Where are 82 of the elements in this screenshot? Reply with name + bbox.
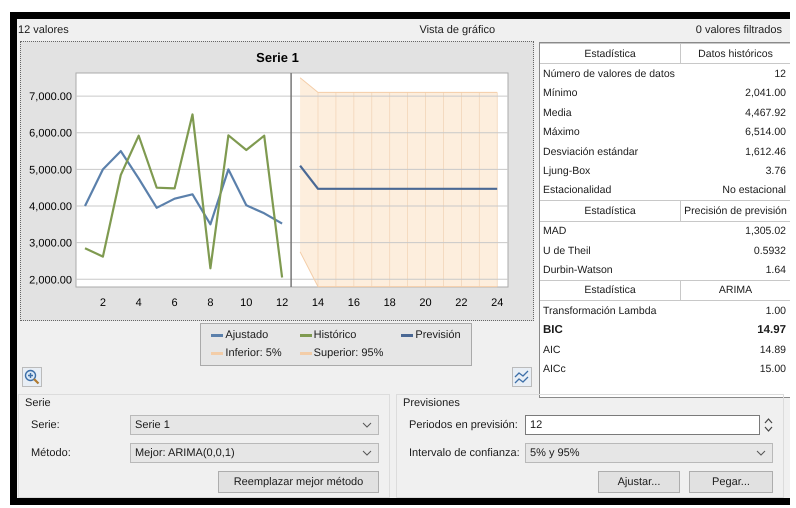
statistic-name: U de Theil [542, 244, 592, 257]
statistic-value: 14.97 [756, 324, 787, 336]
chart-title: Serie 1 [256, 50, 299, 65]
statistic-name: Máximo [542, 126, 581, 138]
x-tick-label: 14 [312, 297, 324, 309]
column-header: ARIMA [680, 280, 790, 300]
field-label: Periodos en previsión: [408, 419, 519, 431]
statistic-name: Media [542, 106, 573, 119]
y-tick-label: 7,000.00 [29, 91, 72, 104]
value-count: 12 valores [18, 24, 69, 36]
group-title: Previsiones [403, 397, 461, 409]
y-tick-label: 3,000.00 [29, 238, 72, 250]
view-title: Vista de gráfico [419, 24, 496, 36]
statistic-name: MAD [542, 225, 568, 238]
y-tick-label: 4,000.00 [29, 201, 72, 214]
statistic-name: Transformación Lambda [542, 304, 658, 317]
legend-label: Ajustado [225, 329, 268, 341]
legend-label: Previsión [415, 329, 461, 341]
x-tick-label: 12 [276, 297, 288, 309]
action-button[interactable]: Reemplazar mejor método [218, 471, 379, 493]
y-tick-label: 2,000.00 [29, 274, 72, 286]
chevron-down-icon [756, 450, 766, 456]
chart-type-button[interactable] [512, 367, 532, 387]
statistic-value: 12 [773, 68, 787, 80]
x-tick-label: 20 [419, 297, 432, 309]
x-tick-label: 6 [172, 297, 178, 309]
legend-label: Inferior: 5% [225, 347, 282, 359]
statistic-value: 0.5932 [752, 244, 787, 257]
action-button[interactable]: Pegar... [689, 471, 773, 493]
statistic-name: AICc [542, 362, 567, 375]
chevron-down-icon [362, 422, 372, 428]
statistic-name: Ljung-Box [542, 165, 592, 178]
dropdown[interactable]: 5% y 95% [525, 443, 773, 463]
x-tick-label: 18 [384, 297, 396, 309]
group-title: Serie [25, 397, 52, 409]
statistic-value: 2,041.00 [744, 87, 787, 100]
statistic-value: 15.00 [758, 362, 787, 375]
column-header: Estadística [583, 283, 637, 298]
line-chart-icon [514, 369, 530, 385]
y-tick-label: 5,000.00 [29, 164, 72, 176]
legend-label: Histórico [314, 329, 356, 341]
column-header: Datos históricos [680, 44, 790, 64]
statistic-value: 1,612.46 [744, 146, 787, 158]
field-label: Serie: [30, 419, 61, 431]
filtered-count: 0 valores filtrados [696, 24, 782, 36]
spinner-arrows-icon[interactable] [764, 417, 773, 433]
statistic-name: Desviación estándar [542, 146, 640, 158]
field-label: Intervalo de confianza: [408, 447, 521, 459]
zoom-in-button[interactable] [22, 367, 42, 387]
statistic-value: 14.89 [758, 344, 787, 356]
x-tick-label: 16 [348, 297, 360, 309]
action-button[interactable]: Ajustar... [598, 471, 680, 493]
statistic-name: Estacionalidad [542, 184, 612, 196]
x-tick-label: 24 [491, 297, 504, 309]
chevron-down-icon [362, 450, 372, 456]
x-tick-label: 2 [100, 297, 106, 309]
statistic-value: 3.76 [764, 165, 787, 178]
statistic-value: 1.00 [764, 304, 787, 317]
statistic-name: Mínimo [542, 87, 578, 100]
statistic-value: No estacional [721, 184, 787, 196]
statistic-value: 1,305.02 [744, 225, 787, 238]
zoom-in-icon [24, 369, 40, 385]
column-header: Estadística [583, 204, 637, 219]
y-tick-label: 6,000.00 [29, 128, 72, 140]
statistic-value: 4,467.92 [744, 106, 787, 119]
dropdown[interactable]: Serie 1 [130, 415, 379, 435]
column-header: Estadística [583, 46, 637, 62]
statistic-name: AIC [542, 344, 562, 356]
statistic-name: BIC [542, 324, 564, 336]
number-field[interactable]: 12 [525, 415, 760, 435]
statistic-value: 6,514.00 [744, 126, 787, 138]
dropdown[interactable]: Mejor: ARIMA(0,0,1) [130, 443, 379, 463]
field-label: Método: [30, 447, 72, 459]
x-tick-label: 10 [240, 297, 252, 309]
legend-label: Superior: 95% [314, 347, 384, 359]
x-tick-label: 8 [207, 297, 214, 309]
statistic-name: Número de valores de datos [542, 68, 676, 80]
x-tick-label: 4 [136, 297, 142, 309]
column-header: Precisión de previsión [680, 201, 790, 221]
statistic-value: 1.64 [764, 264, 787, 276]
x-tick-label: 22 [455, 297, 468, 309]
statistic-name: Durbin-Watson [542, 264, 614, 276]
